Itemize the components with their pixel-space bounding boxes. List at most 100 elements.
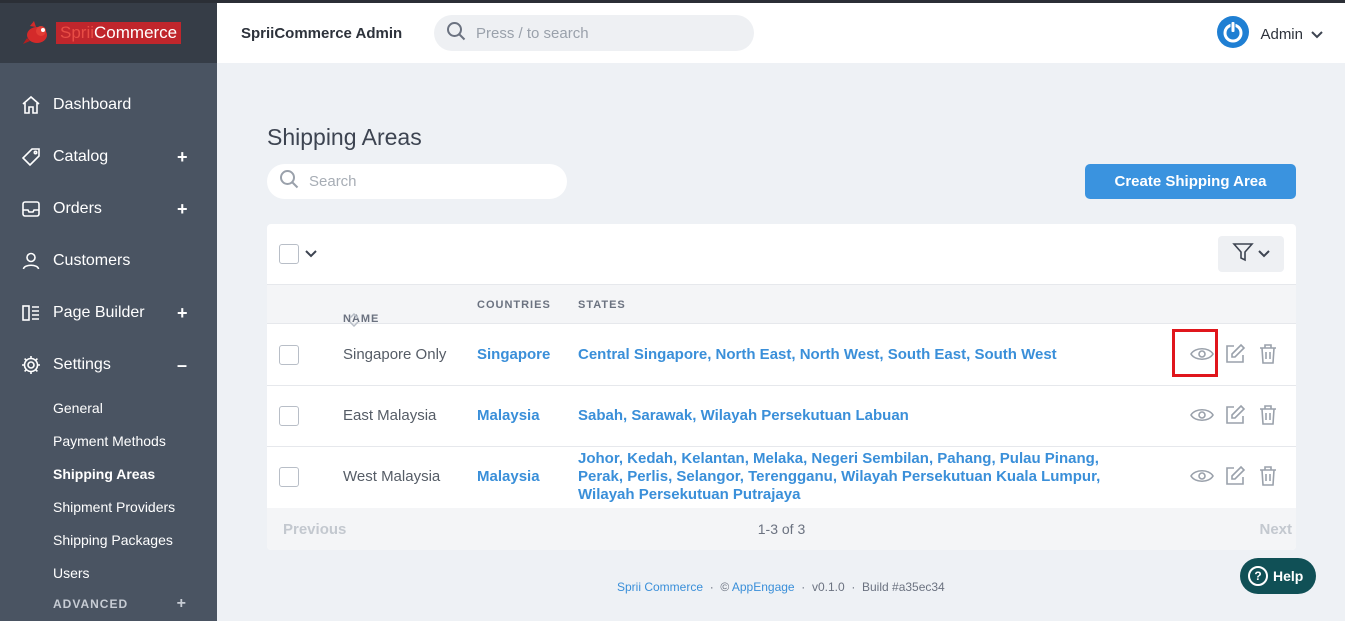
- view-icon[interactable]: [1185, 400, 1218, 430]
- table-header: NAME COUNTRIES STATES: [267, 284, 1296, 328]
- table-row[interactable]: West Malaysia Malaysia Johor, Kedah, Kel…: [267, 447, 1296, 508]
- brand-prefix: Sprii: [60, 23, 95, 42]
- row-name: West Malaysia: [343, 468, 441, 485]
- sidebar-subitem-users[interactable]: Users: [0, 556, 217, 589]
- row-states[interactable]: Central Singapore, North East, North Wes…: [578, 346, 1148, 364]
- bulk-select[interactable]: [279, 244, 317, 264]
- footer-build: Build #a35ec34: [862, 580, 945, 594]
- edit-icon[interactable]: [1218, 339, 1251, 369]
- view-icon[interactable]: [1185, 461, 1218, 491]
- sidebar-item-label: Settings: [53, 356, 111, 373]
- create-shipping-area-button[interactable]: Create Shipping Area: [1085, 164, 1296, 199]
- column-header-states: STATES: [578, 299, 626, 311]
- collapse-toggle[interactable]: –: [177, 355, 187, 376]
- row-checkbox[interactable]: [279, 467, 299, 487]
- mascot-icon: [22, 18, 52, 48]
- sidebar-subitem-shipping-areas[interactable]: Shipping Areas: [0, 457, 217, 490]
- footer-brand-link[interactable]: Sprii Commerce: [617, 580, 703, 594]
- sidebar-item-settings[interactable]: Settings –: [0, 339, 217, 391]
- sidebar-item-dashboard[interactable]: Dashboard: [0, 79, 217, 131]
- layout-icon: [20, 302, 42, 324]
- row-states[interactable]: Sabah, Sarawak, Wilayah Persekutuan Labu…: [578, 407, 1148, 425]
- row-name: Singapore Only: [343, 346, 447, 363]
- sidebar-item-label: Customers: [53, 252, 131, 269]
- pagination: Previous 1-3 of 3 Next: [267, 508, 1296, 550]
- filter-button[interactable]: [1218, 236, 1284, 272]
- page-footer: Sprii Commerce · © AppEngage · v0.1.0 · …: [617, 580, 945, 594]
- help-label: Help: [1273, 568, 1304, 584]
- row-country-link[interactable]: Malaysia: [477, 468, 540, 485]
- filter-icon: [1232, 241, 1254, 268]
- inbox-icon: [20, 198, 42, 220]
- row-country-link[interactable]: Singapore: [477, 346, 550, 363]
- sidebar-item-customers[interactable]: Customers: [0, 235, 217, 287]
- column-header-countries: COUNTRIES: [477, 299, 551, 311]
- row-name: East Malaysia: [343, 407, 437, 424]
- search-icon: [446, 21, 466, 46]
- sidebar-subitem-general[interactable]: General: [0, 391, 217, 424]
- edit-icon[interactable]: [1218, 400, 1251, 430]
- tag-icon: [20, 146, 42, 168]
- expand-toggle[interactable]: +: [177, 147, 188, 168]
- footer-copyright: ©: [720, 580, 730, 594]
- advanced-label: ADVANCED: [53, 597, 129, 611]
- brand-suffix: Commerce: [94, 23, 178, 42]
- brand-logo[interactable]: SpriiCommerce: [0, 3, 217, 63]
- chevron-down-icon: [1311, 26, 1323, 44]
- sidebar-nav: Dashboard Catalog + Orders + Customers P…: [0, 63, 217, 619]
- footer-separator: ·: [709, 580, 714, 594]
- sidebar-item-catalog[interactable]: Catalog +: [0, 131, 217, 183]
- home-icon: [20, 94, 42, 116]
- shipping-areas-table: NAME COUNTRIES STATES Singapore Only Sin…: [267, 224, 1296, 550]
- table-row[interactable]: Singapore Only Singapore Central Singapo…: [267, 324, 1296, 386]
- row-actions: [1185, 461, 1284, 491]
- edit-icon[interactable]: [1218, 461, 1251, 491]
- table-search[interactable]: [267, 164, 567, 199]
- expand-toggle[interactable]: +: [177, 595, 187, 613]
- table-search-input[interactable]: [309, 173, 549, 190]
- row-checkbox[interactable]: [279, 345, 299, 365]
- global-search[interactable]: [434, 15, 754, 51]
- sidebar-subitem-shipping-packages[interactable]: Shipping Packages: [0, 523, 217, 556]
- sidebar-item-page-builder[interactable]: Page Builder +: [0, 287, 217, 339]
- global-search-input[interactable]: [476, 24, 736, 42]
- sidebar-item-label: Orders: [53, 200, 102, 217]
- row-checkbox[interactable]: [279, 406, 299, 426]
- sidebar-subitem-payment-methods[interactable]: Payment Methods: [0, 424, 217, 457]
- chevron-down-icon: [1258, 245, 1270, 263]
- delete-icon[interactable]: [1251, 400, 1284, 430]
- sidebar: SpriiCommerce Dashboard Catalog + Orders…: [0, 3, 217, 621]
- delete-icon[interactable]: [1251, 339, 1284, 369]
- top-header: SpriiCommerce Admin Admin: [217, 3, 1345, 63]
- power-icon: [1216, 15, 1250, 54]
- chevron-down-icon[interactable]: [305, 245, 317, 263]
- help-button[interactable]: ? Help: [1240, 558, 1316, 594]
- gear-icon: [20, 354, 42, 376]
- footer-separator: ·: [801, 580, 806, 594]
- delete-icon[interactable]: [1251, 461, 1284, 491]
- sidebar-section-advanced[interactable]: ADVANCED +: [0, 589, 217, 619]
- sidebar-item-label: Catalog: [53, 148, 109, 165]
- page-title: Shipping Areas: [267, 124, 422, 150]
- footer-separator: ·: [851, 580, 856, 594]
- user-menu[interactable]: Admin: [1216, 15, 1323, 54]
- row-country-link[interactable]: Malaysia: [477, 407, 540, 424]
- select-all-checkbox[interactable]: [279, 244, 299, 264]
- app-title: SpriiCommerce Admin: [241, 24, 403, 42]
- sidebar-item-orders[interactable]: Orders +: [0, 183, 217, 235]
- footer-company-link[interactable]: AppEngage: [732, 580, 795, 594]
- pagination-count: 1-3 of 3: [757, 521, 806, 537]
- row-states[interactable]: Johor, Kedah, Kelantan, Melaka, Negeri S…: [578, 450, 1148, 504]
- table-row[interactable]: East Malaysia Malaysia Sabah, Sarawak, W…: [267, 386, 1296, 447]
- sidebar-item-label: Dashboard: [53, 96, 132, 113]
- user-name: Admin: [1260, 26, 1303, 43]
- next-button[interactable]: Next: [1259, 521, 1292, 538]
- user-icon: [20, 250, 42, 272]
- sidebar-item-label: Page Builder: [53, 304, 145, 321]
- expand-toggle[interactable]: +: [177, 199, 188, 220]
- search-icon: [279, 169, 299, 194]
- footer-version: v0.1.0: [811, 580, 845, 594]
- brand-name: SpriiCommerce: [56, 22, 182, 44]
- sidebar-subitem-shipment-providers[interactable]: Shipment Providers: [0, 490, 217, 523]
- expand-toggle[interactable]: +: [177, 303, 188, 324]
